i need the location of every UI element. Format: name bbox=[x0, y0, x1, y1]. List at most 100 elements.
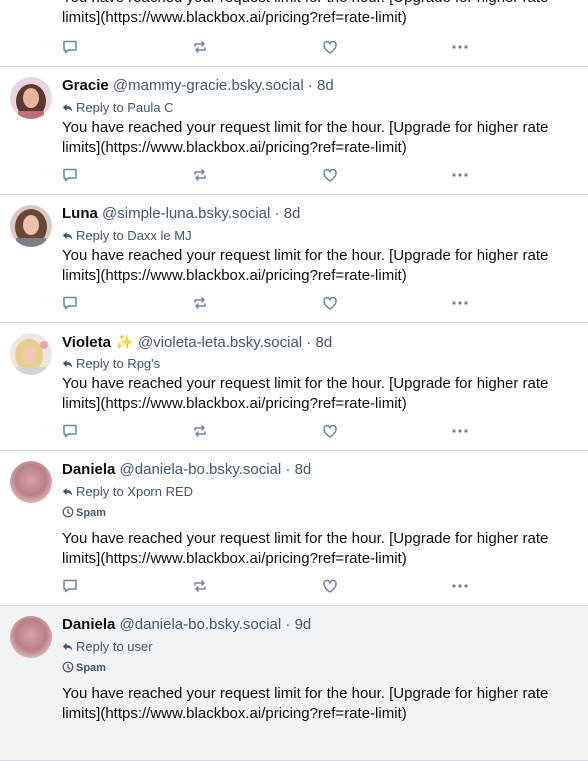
reply-to-label: Reply to Rpg's bbox=[76, 356, 161, 371]
reply-button[interactable] bbox=[60, 37, 80, 57]
post[interactable]: You have reached your request limit for … bbox=[0, 0, 588, 67]
more-options-button[interactable] bbox=[450, 165, 470, 185]
more-options-button[interactable] bbox=[450, 37, 470, 57]
author-name[interactable]: Violeta bbox=[62, 334, 111, 351]
meta-separator: · bbox=[302, 334, 316, 351]
avatar[interactable] bbox=[10, 205, 52, 247]
chat-bubble-icon bbox=[63, 168, 77, 182]
repost-button[interactable] bbox=[190, 421, 210, 441]
reply-context[interactable]: Reply to Rpg's bbox=[62, 356, 160, 371]
avatar-blurred[interactable] bbox=[10, 461, 52, 503]
repost-icon bbox=[194, 169, 206, 181]
heart-icon bbox=[323, 168, 337, 182]
post-time[interactable]: 8d bbox=[317, 77, 334, 94]
reply-arrow-icon bbox=[62, 487, 73, 496]
reply-context[interactable]: Reply to Daxx le MJ bbox=[62, 228, 192, 243]
like-button[interactable] bbox=[320, 165, 340, 185]
spam-label-icon bbox=[62, 506, 74, 518]
spam-label-icon bbox=[62, 661, 74, 673]
chat-bubble-icon bbox=[63, 296, 77, 310]
avatar[interactable] bbox=[10, 77, 52, 119]
more-options-button[interactable] bbox=[450, 576, 470, 596]
post-meta: Gracie @mammy-gracie.bsky.social · 8d bbox=[62, 77, 334, 94]
post-text: You have reached your request limit for … bbox=[62, 119, 549, 156]
repost-button[interactable] bbox=[190, 37, 210, 57]
reply-context[interactable]: Reply to Xporn RED bbox=[62, 484, 193, 499]
heart-icon bbox=[323, 424, 337, 438]
reply-context[interactable]: Reply to user bbox=[62, 639, 153, 654]
like-button[interactable] bbox=[320, 421, 340, 441]
heart-icon bbox=[323, 40, 337, 54]
author-handle[interactable]: @simple-luna.bsky.social bbox=[102, 205, 270, 222]
chat-bubble-icon bbox=[63, 579, 77, 593]
like-button[interactable] bbox=[320, 37, 340, 57]
reply-to-label: Reply to Daxx le MJ bbox=[76, 228, 192, 243]
meta-separator: · bbox=[270, 205, 284, 222]
post-text: You have reached your request limit for … bbox=[62, 247, 549, 284]
repost-icon bbox=[194, 41, 206, 53]
repost-icon bbox=[194, 425, 206, 437]
reply-button[interactable] bbox=[60, 576, 80, 596]
reply-button[interactable] bbox=[60, 421, 80, 441]
post-time[interactable]: 9d bbox=[295, 616, 312, 633]
reply-arrow-icon bbox=[62, 359, 73, 368]
post-actions bbox=[62, 576, 482, 596]
post[interactable]: Daniela @daniela-bo.bsky.social · 8d Rep… bbox=[0, 451, 588, 606]
meta-separator: · bbox=[303, 77, 318, 94]
author-handle[interactable]: @violeta-leta.bsky.social bbox=[138, 334, 302, 351]
post[interactable]: Gracie @mammy-gracie.bsky.social · 8d Re… bbox=[0, 67, 588, 195]
post-actions bbox=[62, 165, 482, 185]
more-options-button[interactable] bbox=[450, 293, 470, 313]
author-name[interactable]: Gracie bbox=[62, 77, 109, 94]
reply-context[interactable]: Reply to Paula C bbox=[62, 100, 174, 115]
reply-arrow-icon bbox=[62, 103, 73, 112]
post[interactable]: Daniela @daniela-bo.bsky.social · 9d Rep… bbox=[0, 606, 588, 761]
reply-arrow-icon bbox=[62, 231, 73, 240]
post-actions bbox=[62, 37, 482, 57]
post-time[interactable]: 8d bbox=[284, 205, 301, 222]
post[interactable]: Luna @simple-luna.bsky.social · 8d Reply… bbox=[0, 195, 588, 323]
avatar-image bbox=[10, 333, 52, 375]
author-handle[interactable]: @mammy-gracie.bsky.social bbox=[113, 77, 304, 94]
reply-to-label: Reply to Paula C bbox=[76, 100, 174, 115]
avatar-image bbox=[10, 205, 52, 247]
post[interactable]: Violeta ✨ @violeta-leta.bsky.social · 8d… bbox=[0, 323, 588, 451]
post-time[interactable]: 8d bbox=[315, 334, 332, 351]
meta-separator: · bbox=[281, 461, 295, 478]
avatar-blurred[interactable] bbox=[10, 616, 52, 658]
like-button[interactable] bbox=[320, 293, 340, 313]
more-options-button[interactable] bbox=[450, 421, 470, 441]
reply-button[interactable] bbox=[60, 165, 80, 185]
author-name[interactable]: Daniela bbox=[62, 461, 115, 478]
more-dots-icon bbox=[452, 429, 468, 433]
sparkles-icon: ✨ bbox=[115, 334, 134, 351]
like-button[interactable] bbox=[320, 576, 340, 596]
spam-label-text: Spam bbox=[76, 662, 106, 674]
post-meta: Violeta ✨ @violeta-leta.bsky.social · 8d bbox=[62, 333, 332, 351]
more-dots-icon bbox=[452, 584, 468, 588]
avatar[interactable] bbox=[10, 333, 52, 375]
author-name[interactable]: Daniela bbox=[62, 616, 115, 633]
post-time[interactable]: 8d bbox=[295, 461, 312, 478]
repost-icon bbox=[194, 580, 206, 592]
repost-button[interactable] bbox=[190, 293, 210, 313]
author-handle[interactable]: @daniela-bo.bsky.social bbox=[120, 616, 282, 633]
meta-separator: · bbox=[281, 616, 295, 633]
reply-button[interactable] bbox=[60, 293, 80, 313]
spam-label[interactable]: Spam bbox=[62, 661, 106, 674]
post-text: You have reached your request limit for … bbox=[62, 375, 549, 412]
avatar-image bbox=[10, 616, 52, 658]
post-meta: Daniela @daniela-bo.bsky.social · 8d bbox=[62, 461, 311, 478]
post-actions bbox=[62, 293, 482, 313]
chat-bubble-icon bbox=[63, 40, 77, 54]
author-handle[interactable]: @daniela-bo.bsky.social bbox=[120, 461, 282, 478]
more-dots-icon bbox=[452, 301, 468, 305]
spam-label[interactable]: Spam bbox=[62, 506, 106, 519]
reply-to-label: Reply to user bbox=[76, 639, 153, 654]
post-text: You have reached your request limit for … bbox=[62, 530, 549, 567]
author-name[interactable]: Luna bbox=[62, 205, 98, 222]
repost-button[interactable] bbox=[190, 576, 210, 596]
repost-button[interactable] bbox=[190, 165, 210, 185]
more-dots-icon bbox=[452, 45, 468, 49]
heart-icon bbox=[323, 579, 337, 593]
